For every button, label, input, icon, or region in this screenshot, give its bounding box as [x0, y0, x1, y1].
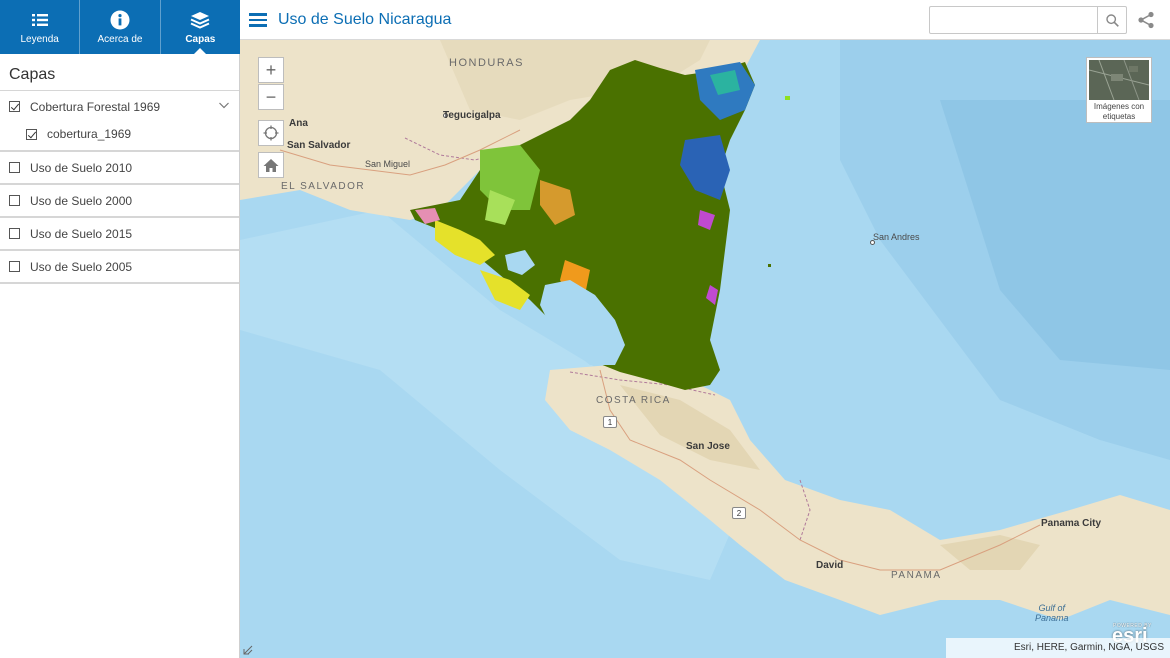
map-label-el-salvador: EL SALVADOR — [281, 181, 366, 192]
map-label-ana: Ana — [289, 118, 308, 129]
layer-name: Cobertura Forestal 1969 — [30, 99, 161, 114]
map-label-honduras: HONDURAS — [449, 57, 524, 69]
list-icon — [29, 9, 51, 31]
map-label-david: David — [816, 560, 844, 571]
layer-toggle-2005[interactable]: Uso de Suelo 2005 — [0, 251, 239, 282]
layer-item: Uso de Suelo 2000 — [0, 185, 239, 218]
sublayer-checkbox[interactable] — [26, 128, 37, 140]
zoom-out-button[interactable]: − — [258, 84, 284, 110]
info-icon — [109, 9, 131, 31]
search-button[interactable] — [1097, 7, 1126, 33]
resize-handle-icon[interactable] — [242, 644, 254, 656]
search-input[interactable] — [930, 7, 1097, 33]
layers-icon — [189, 9, 211, 31]
layer-name: Uso de Suelo 2015 — [30, 226, 133, 241]
layer-checkbox[interactable] — [9, 162, 20, 173]
route-shield: 2 — [732, 507, 746, 519]
sublayer-item[interactable]: cobertura_1969 — [0, 122, 239, 150]
share-icon[interactable] — [1137, 11, 1155, 29]
layer-name: Uso de Suelo 2010 — [30, 160, 133, 175]
home-button[interactable] — [258, 152, 284, 178]
basemap-toggle[interactable]: Imágenes con etiquetas — [1086, 57, 1152, 123]
layer-toggle-cobertura-1969[interactable]: Cobertura Forestal 1969 — [0, 91, 239, 122]
map-label-san-miguel: San Miguel — [365, 159, 411, 169]
basemap — [240, 40, 1170, 620]
map-label-tegucigalpa: Tegucigalpa — [443, 110, 501, 121]
tab-about-label: Acerca de — [97, 34, 143, 45]
crosshair-icon — [263, 125, 279, 141]
tab-layers-label: Capas — [185, 34, 216, 45]
search-box — [929, 6, 1127, 34]
hamburger-menu-icon[interactable] — [249, 13, 267, 27]
map-label-gulf-of-panama: Gulf of Panama — [1035, 603, 1069, 623]
tab-legend[interactable]: Leyenda — [0, 0, 79, 54]
map-label-san-andres: San Andres — [873, 232, 920, 242]
basemap-label: Imágenes con etiquetas — [1093, 102, 1145, 121]
layer-toggle-2015[interactable]: Uso de Suelo 2015 — [0, 218, 239, 249]
route-shield: 1 — [603, 416, 617, 428]
panel-title: Capas — [9, 66, 56, 83]
layer-item: Uso de Suelo 2010 — [0, 152, 239, 185]
map-label-san-jose: San Jose — [686, 441, 730, 452]
layer-toggle-2000[interactable]: Uso de Suelo 2000 — [0, 185, 239, 216]
layer-checkbox[interactable] — [9, 101, 20, 112]
sidebar-tab-bar: Leyenda Acerca de Capas — [0, 0, 240, 55]
layer-list: Cobertura Forestal 1969 cobertura_1969 U… — [0, 90, 239, 284]
side-panel: Leyenda Acerca de Capas Capas Cobertura … — [0, 0, 240, 658]
layer-name: Uso de Suelo 2005 — [30, 259, 133, 274]
layer-item: Uso de Suelo 2005 — [0, 251, 239, 284]
map-label-panama-city: Panama City — [1041, 518, 1102, 529]
layer-item: Cobertura Forestal 1969 cobertura_1969 — [0, 91, 239, 152]
tab-legend-label: Leyenda — [20, 34, 59, 45]
app-header: Uso de Suelo Nicaragua — [240, 0, 1170, 40]
layer-checkbox[interactable] — [9, 228, 20, 239]
tab-about[interactable]: Acerca de — [79, 0, 159, 54]
app-title: Uso de Suelo Nicaragua — [278, 11, 452, 28]
tab-layers[interactable]: Capas — [159, 0, 240, 55]
search-icon — [1105, 13, 1119, 27]
map-view[interactable]: HONDURAS Tegucigalpa Ana San Salvador Sa… — [240, 40, 1170, 658]
chevron-down-icon[interactable] — [219, 100, 229, 110]
layer-toggle-2010[interactable]: Uso de Suelo 2010 — [0, 152, 239, 183]
map-label-san-salvador: San Salvador — [287, 140, 351, 151]
sublayer-name: cobertura_1969 — [47, 127, 132, 141]
layer-checkbox[interactable] — [9, 261, 20, 272]
home-icon — [263, 158, 279, 172]
layer-checkbox[interactable] — [9, 195, 20, 206]
layer-item: Uso de Suelo 2015 — [0, 218, 239, 251]
map-attribution: Esri, HERE, Garmin, NGA, USGS — [946, 638, 1170, 658]
basemap-thumbnail — [1089, 60, 1149, 100]
map-label-panama: PANAMA — [891, 570, 942, 581]
layer-name: Uso de Suelo 2000 — [30, 193, 133, 208]
zoom-in-button[interactable]: + — [258, 57, 284, 83]
locate-button[interactable] — [258, 120, 284, 146]
map-label-costa-rica: COSTA RICA — [596, 395, 671, 406]
